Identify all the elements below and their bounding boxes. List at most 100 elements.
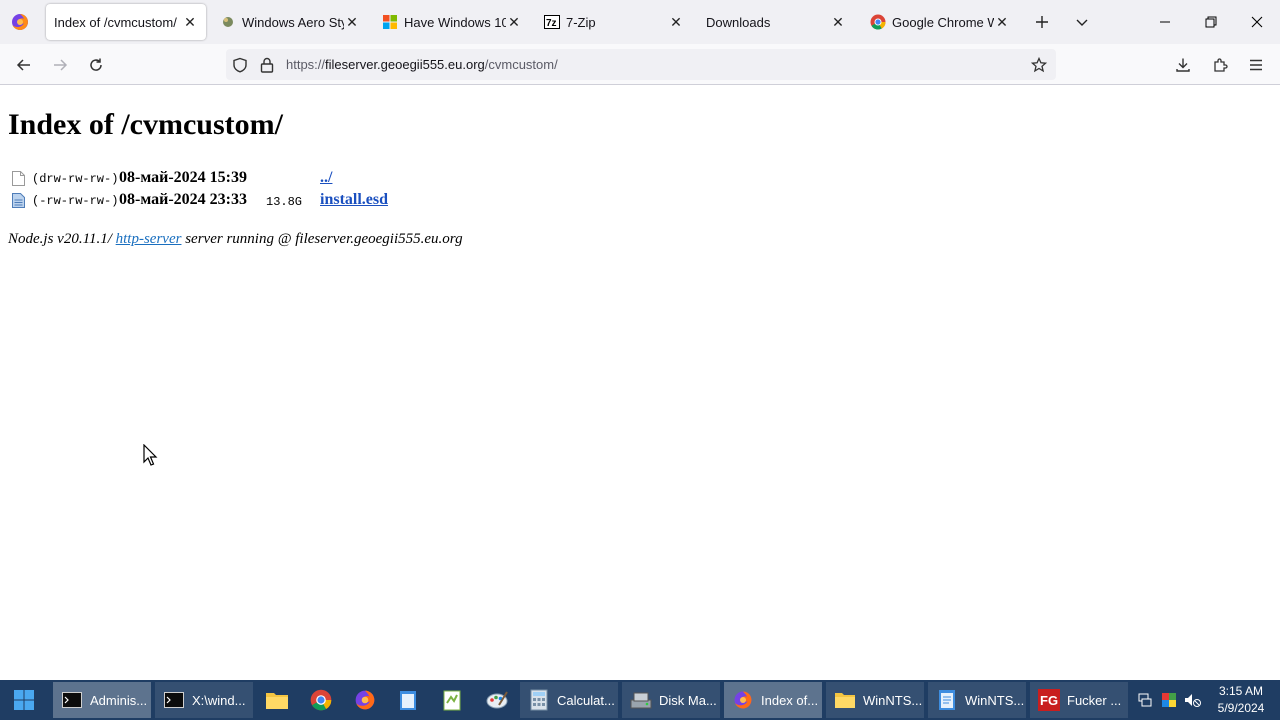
pinned-firefox[interactable]	[350, 686, 380, 714]
pinned-notepad[interactable]	[393, 686, 423, 714]
entry-permissions: (drw-rw-rw-)	[32, 172, 119, 186]
plus-icon	[1036, 16, 1048, 28]
http-server-link[interactable]: http-server	[116, 231, 182, 247]
taskbar-item-x-windows-cmd[interactable]: X:\wind...	[155, 682, 253, 718]
tab-title: 7-Zip	[566, 14, 596, 30]
lock-icon[interactable]	[258, 56, 276, 74]
taskbar: Adminis... X:\wind... Calculat... Disk M…	[0, 680, 1280, 720]
fg-icon: FG	[1038, 689, 1060, 711]
taskbar-item-administrator-cmd[interactable]: Adminis...	[53, 682, 151, 718]
tab-windows-aero-style[interactable]: Windows Aero Style ✕	[212, 4, 368, 40]
close-tab-icon[interactable]: ✕	[994, 14, 1010, 30]
pinned-notepad-plus-plus[interactable]	[437, 686, 467, 714]
taskbar-label: X:\wind...	[192, 692, 246, 708]
taskbar-item-fg-app[interactable]: FG Fucker ...	[1030, 682, 1128, 718]
bookmark-star-icon[interactable]	[1030, 56, 1048, 74]
footer-suffix: server running @ fileserver.geoegii555.e…	[181, 231, 463, 247]
pinned-chrome[interactable]	[306, 686, 336, 714]
clock-time: 3:15 AM	[1218, 684, 1264, 698]
notepad-icon	[936, 689, 958, 711]
server-footer: Node.js v20.11.1/ http-server server run…	[8, 231, 463, 248]
firefox-logo-icon[interactable]	[10, 12, 30, 32]
minimize-icon	[1160, 21, 1170, 23]
arrow-right-icon	[54, 59, 68, 71]
taskbar-item-calculator[interactable]: Calculat...	[520, 682, 618, 718]
clock-date: 5/9/2024	[1217, 701, 1265, 715]
close-window-button[interactable]	[1234, 0, 1280, 44]
windows-logo-icon	[382, 14, 398, 30]
url-scheme: https://	[286, 57, 326, 72]
chrome-icon	[310, 689, 332, 711]
restore-icon	[1205, 16, 1217, 28]
tab-have-windows-10[interactable]: Have Windows 10, … ✕	[374, 4, 530, 40]
windows-start-icon	[14, 690, 34, 710]
reload-icon	[90, 58, 102, 71]
close-tab-icon[interactable]: ✕	[668, 14, 684, 30]
chrome-icon	[870, 14, 886, 30]
tab-strip: Index of /cvmcustom/ ✕ Windows Aero Styl…	[0, 0, 1280, 44]
hamburger-menu-icon	[1250, 59, 1262, 71]
taskbar-item-winnts-folder[interactable]: WinNTS...	[826, 682, 924, 718]
close-tab-icon[interactable]: ✕	[344, 14, 360, 30]
list-all-tabs-button[interactable]	[1070, 10, 1094, 34]
address-bar[interactable]: https://fileserver.geoegii555.eu.org/cvm…	[226, 49, 1056, 80]
tab-downloads[interactable]: Downloads ✕	[698, 4, 854, 40]
entry-link-parent[interactable]: ../	[320, 169, 332, 187]
entry-permissions: (-rw-rw-rw-)	[32, 194, 119, 208]
paint-icon	[486, 691, 508, 709]
mouse-pointer-icon	[143, 444, 158, 466]
pinned-paint[interactable]	[482, 686, 512, 714]
url-path: /cvmcustom/	[484, 57, 558, 72]
system-clock[interactable]: 3:15 AM 5/9/2024	[1208, 683, 1274, 717]
notepad-icon	[400, 691, 416, 710]
close-tab-icon[interactable]: ✕	[830, 14, 846, 30]
url-text[interactable]: https://fileserver.geoegii555.eu.org/cvm…	[286, 57, 558, 72]
folder-page-icon	[12, 171, 25, 186]
start-button[interactable]	[0, 680, 48, 720]
disk-management-icon	[630, 689, 652, 711]
network-icon[interactable]	[1136, 690, 1154, 710]
taskbar-label: Disk Ma...	[659, 692, 717, 708]
taskbar-label: Adminis...	[90, 692, 148, 708]
taskbar-label: Fucker ...	[1067, 692, 1122, 708]
color-app-icon[interactable]	[1160, 690, 1178, 710]
entry-link-install-esd[interactable]: install.esd	[320, 191, 388, 209]
volume-muted-icon[interactable]	[1184, 690, 1202, 710]
tab-google-chrome[interactable]: Google Chrome We ✕	[862, 4, 1018, 40]
taskbar-item-winnts-notepad[interactable]: WinNTS...	[928, 682, 1026, 718]
new-tab-button[interactable]	[1030, 10, 1054, 34]
forward-button[interactable]	[47, 52, 73, 78]
svg-text:7z: 7z	[546, 18, 557, 29]
firefox-icon	[732, 689, 754, 711]
tab-title: Have Windows 10, …	[404, 14, 506, 30]
tab-index-of-cvmcustom[interactable]: Index of /cvmcustom/ ✕	[46, 4, 206, 40]
notepad-plus-icon	[443, 690, 461, 711]
page-content: Index of /cvmcustom/ (drw-rw-rw-) 08-май…	[0, 86, 1280, 680]
minimize-button[interactable]	[1142, 0, 1188, 44]
close-tab-icon[interactable]: ✕	[182, 14, 198, 30]
puzzle-piece-icon	[1214, 58, 1228, 72]
restore-button[interactable]	[1188, 0, 1234, 44]
firefox-icon	[355, 690, 375, 710]
app-menu-button[interactable]	[1243, 52, 1269, 78]
tab-title: Index of /cvmcustom/	[54, 14, 177, 30]
svg-text:FG: FG	[1040, 693, 1058, 708]
close-tab-icon[interactable]: ✕	[506, 14, 522, 30]
tab-title: Downloads	[706, 14, 771, 30]
pinned-file-explorer[interactable]	[262, 686, 292, 714]
extensions-button[interactable]	[1207, 52, 1233, 78]
cmd-icon	[163, 689, 185, 711]
taskbar-item-disk-management[interactable]: Disk Ma...	[622, 682, 720, 718]
navigation-toolbar: https://fileserver.geoegii555.eu.org/cvm…	[0, 44, 1280, 85]
back-button[interactable]	[11, 52, 37, 78]
aero-style-icon	[220, 14, 236, 30]
downloads-button[interactable]	[1170, 52, 1196, 78]
file-explorer-icon	[266, 693, 288, 709]
taskbar-item-firefox-index[interactable]: Index of...	[724, 682, 822, 718]
tab-7zip[interactable]: 7z 7-Zip ✕	[536, 4, 692, 40]
reload-button[interactable]	[83, 52, 109, 78]
tracking-protection-shield-icon[interactable]	[231, 56, 249, 74]
entry-date: 08-май-2024 23:33	[119, 191, 247, 208]
cmd-icon	[61, 689, 83, 711]
arrow-left-icon	[16, 59, 30, 71]
